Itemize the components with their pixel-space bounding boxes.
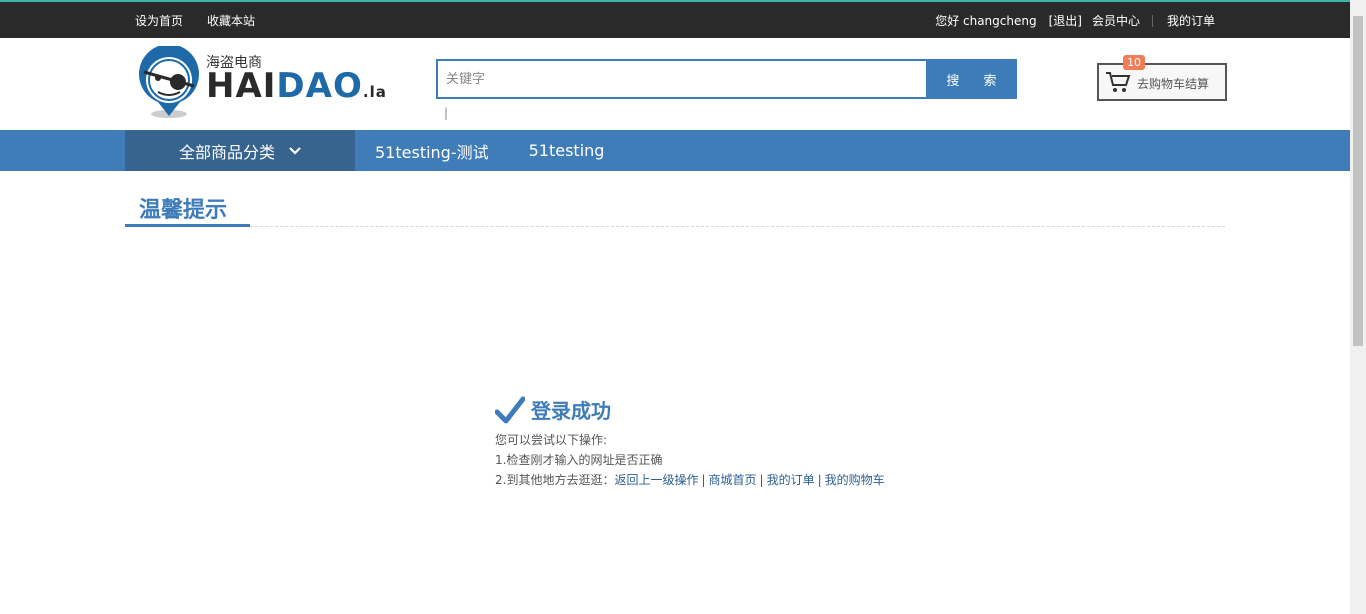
all-categories-menu[interactable]: 全部商品分类 (125, 130, 355, 171)
scrollbar[interactable] (1350, 0, 1366, 614)
top-bar-right: 您好 changcheng [退出] 会员中心 我的订单 (923, 12, 1215, 29)
user-greeting: 您好 changcheng (935, 14, 1037, 28)
back-link[interactable]: 返回上一级操作 (614, 473, 698, 487)
checkmark-icon (495, 396, 525, 423)
cart-label: 去购物车结算 (1137, 77, 1210, 91)
page-title: 温馨提示 (125, 192, 250, 227)
logout-link[interactable]: [退出] (1049, 12, 1082, 29)
pirate-logo-icon (139, 44, 199, 118)
divider: | (701, 473, 706, 487)
search-input[interactable] (436, 59, 926, 99)
nav-links: 51testing-测试 51testing (375, 130, 604, 171)
shopping-cart-icon (1106, 72, 1131, 92)
member-center-link[interactable]: 会员中心 (1092, 12, 1140, 29)
nav-link-51testing[interactable]: 51testing (529, 141, 605, 160)
divider: | (817, 473, 822, 487)
search-button[interactable]: 搜 索 (926, 59, 1017, 99)
top-bar: 设为首页 收藏本站 您好 changcheng [退出] 会员中心 我的订单 (0, 0, 1350, 38)
my-orders-link[interactable]: 我的订单 (1167, 12, 1215, 29)
message-headline: 登录成功 (495, 395, 885, 424)
bookmark-site-link[interactable]: 收藏本站 (207, 12, 255, 29)
message-line-prefix: 2.到其他地方去逛逛： (495, 473, 615, 487)
logo-en-text: HAIDAO.la (206, 66, 387, 106)
chevron-down-icon (289, 146, 301, 155)
divider (1151, 14, 1153, 27)
my-orders-link[interactable]: 我的订单 (767, 473, 815, 487)
notice-message: 登录成功 您可以尝试以下操作: 1.检查刚才输入的网址是否正确 2.到其他地方去… (495, 395, 885, 490)
my-cart-link[interactable]: 我的购物车 (825, 473, 885, 487)
hot-keywords: | (444, 106, 449, 120)
message-line: 您可以尝试以下操作: (495, 433, 608, 447)
search-box: 搜 索 (436, 59, 1017, 99)
logo-en-part: .la (362, 83, 387, 101)
set-homepage-link[interactable]: 设为首页 (135, 12, 183, 29)
all-categories-label: 全部商品分类 (178, 142, 275, 162)
divider: | (759, 473, 764, 487)
login-success-text: 登录成功 (531, 399, 611, 423)
logo-en-part: DAO (276, 66, 363, 106)
site-logo[interactable]: 海盗电商 HAIDAO.la (136, 44, 386, 120)
cart-count-badge: 10 (1123, 55, 1145, 70)
message-line: 2.到其他地方去逛逛：返回上一级操作 | 商城首页 | 我的订单 | 我的购物车 (495, 470, 885, 490)
nav-link-51testing-test[interactable]: 51testing-测试 (375, 139, 489, 163)
top-bar-left: 设为首页 收藏本站 (135, 12, 255, 29)
main-nav: 全部商品分类 51testing-测试 51testing (0, 130, 1350, 171)
cart-button[interactable]: 10 去购物车结算 (1097, 55, 1227, 101)
scrollbar-thumb[interactable] (1353, 16, 1363, 346)
logo-en-part: HAI (206, 66, 277, 106)
section-header: 温馨提示 (125, 192, 1225, 227)
mall-home-link[interactable]: 商城首页 (709, 473, 757, 487)
message-line: 1.检查刚才输入的网址是否正确 (495, 453, 663, 467)
